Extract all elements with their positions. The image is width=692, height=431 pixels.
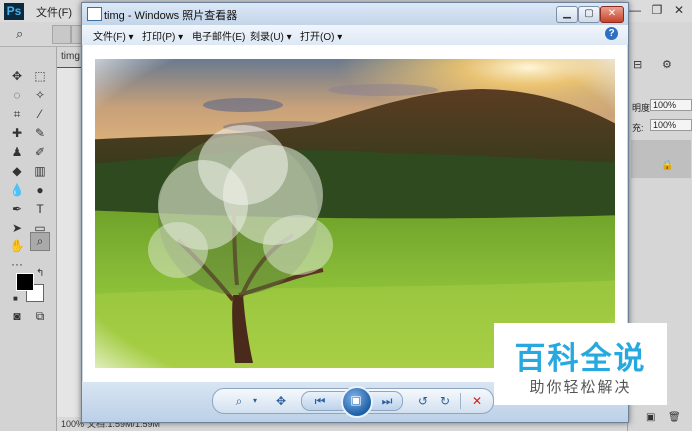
magic-wand-icon[interactable]: ✧ bbox=[31, 87, 49, 104]
zoom-icon[interactable]: ⌕ bbox=[231, 394, 247, 408]
zoom-dropdown-icon[interactable]: ▾ bbox=[247, 394, 263, 408]
delete-layer-icon[interactable]: 🗑 bbox=[668, 412, 681, 423]
marquee-tool-icon[interactable]: ⬚ bbox=[31, 68, 49, 85]
gradient-tool-icon[interactable]: ▥ bbox=[31, 163, 49, 180]
layer-row[interactable] bbox=[631, 140, 691, 178]
menu-email[interactable]: 电子邮件(E) bbox=[192, 28, 245, 43]
rotate-ccw-icon[interactable]: ↺ bbox=[415, 394, 431, 408]
previous-icon[interactable]: ⏮ bbox=[312, 394, 328, 408]
pen-tool-icon[interactable]: ✒ bbox=[8, 201, 26, 218]
opacity-field[interactable]: 100% bbox=[650, 99, 692, 111]
controls-pill: ⌕ ▾ ✥ ⏮ ▣ ⏭ ↺ ↻ ✕ bbox=[212, 386, 494, 418]
delete-icon[interactable]: ✕ bbox=[469, 394, 485, 408]
watermark-subtitle: 助你轻松解决 bbox=[529, 379, 632, 396]
lasso-tool-icon[interactable]: ◌ bbox=[8, 87, 26, 104]
menu-file[interactable]: 文件(F) ▾ bbox=[93, 28, 134, 43]
layer-lock-icon: 🔒 bbox=[661, 160, 674, 171]
stamp-tool-icon[interactable]: ♟ bbox=[8, 144, 26, 161]
foreground-color-swatch[interactable] bbox=[16, 273, 34, 291]
close-button[interactable]: ✕ bbox=[600, 6, 624, 23]
baike-watermark: 百科全说 助你轻松解决 bbox=[494, 323, 667, 405]
fill-label: 充: bbox=[632, 123, 644, 133]
crop-tool-icon[interactable]: ⌗ bbox=[8, 106, 26, 123]
ps-restore-icon[interactable]: ❐ bbox=[646, 2, 668, 18]
viewer-menubar: 文件(F) ▾ 打印(P) ▾ 电子邮件(E) 刻录(U) ▾ 打开(O) ▾ … bbox=[82, 25, 628, 46]
ps-menu-file[interactable]: 文件(F) bbox=[36, 4, 72, 20]
slideshow-button[interactable]: ▣ bbox=[341, 386, 373, 418]
next-icon[interactable]: ⏭ bbox=[379, 394, 395, 408]
move-tool-icon[interactable]: ✥ bbox=[8, 68, 26, 85]
healing-brush-icon[interactable]: ✚ bbox=[8, 125, 26, 142]
history-brush-icon[interactable]: ✐ bbox=[31, 144, 49, 161]
ps-close-icon[interactable]: ✕ bbox=[668, 2, 690, 18]
separator bbox=[460, 393, 461, 409]
zoom-tool-icon[interactable]: ⌕ bbox=[30, 232, 50, 251]
path-select-icon[interactable]: ➤ bbox=[8, 220, 26, 237]
viewer-title: timg - Windows 照片查看器 bbox=[104, 10, 238, 22]
maximize-button[interactable]: ▢ bbox=[578, 6, 600, 23]
watermark-title: 百科全说 bbox=[514, 341, 647, 376]
panel-layers-icon[interactable]: ⊟ bbox=[633, 58, 642, 71]
menu-open[interactable]: 打开(O) ▾ bbox=[300, 28, 342, 43]
photo-viewer-icon bbox=[87, 7, 102, 21]
menu-print[interactable]: 打印(P) ▾ bbox=[142, 28, 183, 43]
type-tool-icon[interactable]: T bbox=[31, 201, 49, 218]
more-tools-icon[interactable]: ··· bbox=[8, 256, 26, 273]
hand-tool-icon[interactable]: ✋ bbox=[8, 238, 26, 255]
panel-settings-icon[interactable]: ⚙ bbox=[662, 58, 672, 71]
new-layer-icon[interactable]: ▣ bbox=[646, 412, 655, 423]
screen-mode-icon[interactable]: ⧉ bbox=[31, 308, 49, 325]
minimize-button[interactable]: ▁ bbox=[556, 6, 578, 23]
eraser-tool-icon[interactable]: ◆ bbox=[8, 163, 26, 180]
help-icon[interactable]: ? bbox=[605, 27, 618, 40]
quick-mask-icon[interactable]: ◙ bbox=[8, 308, 26, 325]
slideshow-icon: ▣ bbox=[350, 393, 362, 407]
zoom-tool-option-icon[interactable]: ⌕ bbox=[16, 26, 23, 42]
rotate-cw-icon[interactable]: ↻ bbox=[437, 394, 453, 408]
ps-logo-icon: Ps bbox=[4, 3, 24, 20]
eyedropper-icon[interactable]: ⁄ bbox=[31, 106, 49, 123]
brush-tool-icon[interactable]: ✎ bbox=[31, 125, 49, 142]
ps-canvas-strip bbox=[57, 68, 82, 420]
dodge-tool-icon[interactable]: ● bbox=[31, 182, 49, 199]
default-colors-icon[interactable]: ■ bbox=[13, 294, 18, 303]
blur-tool-icon[interactable]: 💧 bbox=[8, 182, 26, 199]
actual-size-icon[interactable]: ✥ bbox=[273, 394, 289, 408]
fill-field[interactable]: 100% bbox=[650, 119, 692, 131]
menu-burn[interactable]: 刻录(U) ▾ bbox=[250, 28, 292, 43]
zoom-in-option-button[interactable] bbox=[52, 25, 71, 44]
swap-colors-icon[interactable]: ↰ bbox=[36, 268, 44, 279]
